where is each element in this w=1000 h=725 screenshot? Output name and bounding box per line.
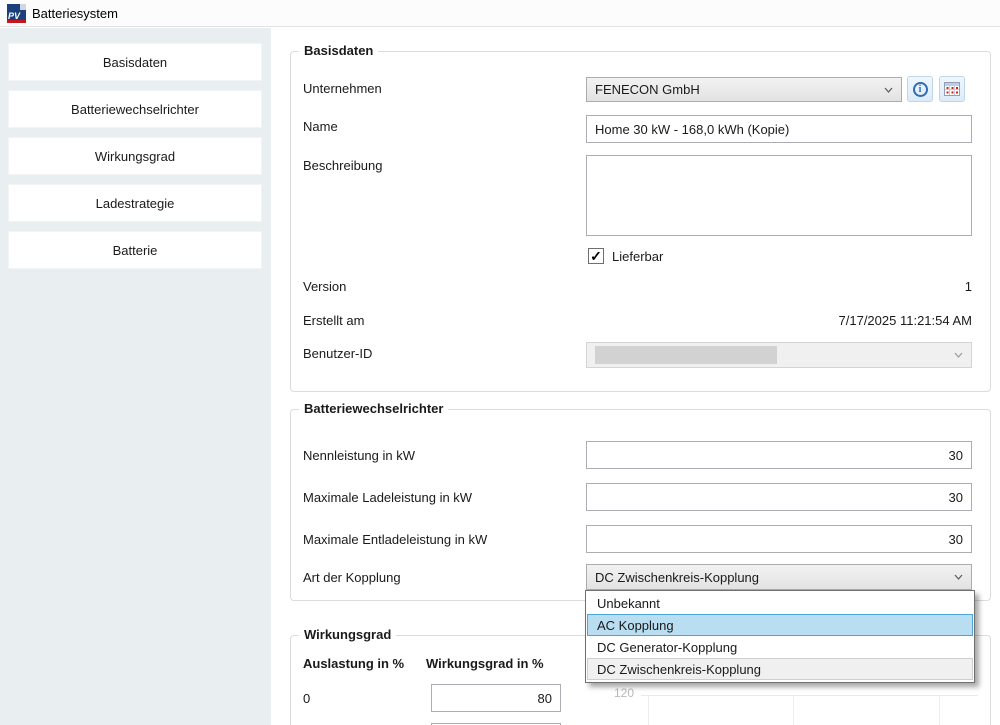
info-icon: i [913, 82, 928, 97]
art-der-kopplung-value: DC Zwischenkreis-Kopplung [595, 570, 948, 585]
max-ladeleistung-input[interactable] [586, 483, 972, 511]
sidebar-item-ladestrategie[interactable]: Ladestrategie [8, 184, 262, 222]
dropdown-option-unbekannt[interactable]: Unbekannt [587, 592, 973, 614]
chart-gridline-h [641, 695, 978, 696]
info-button[interactable]: i [907, 76, 933, 102]
wirkungsgrad-column-header: Wirkungsgrad in % [426, 656, 544, 671]
max-ladeleistung-label: Maximale Ladeleistung in kW [303, 490, 472, 505]
sidebar-item-wirkungsgrad[interactable]: Wirkungsgrad [8, 137, 262, 175]
title-bar: PV Batteriesystem [0, 0, 1000, 27]
sidebar-item-label: Basisdaten [103, 55, 167, 70]
chart-gridline-v [939, 695, 940, 725]
erstellt-am-label: Erstellt am [303, 313, 364, 328]
sidebar-item-batterie[interactable]: Batterie [8, 231, 262, 269]
chevron-down-icon [884, 87, 893, 93]
sidebar-item-basisdaten[interactable]: Basisdaten [8, 43, 262, 81]
app-logo-icon: PV [7, 4, 26, 23]
max-entladeleistung-input[interactable] [586, 525, 972, 553]
dropdown-option-dc-generator-kopplung[interactable]: DC Generator-Kopplung [587, 636, 973, 658]
art-der-kopplung-combobox[interactable]: DC Zwischenkreis-Kopplung [586, 564, 972, 590]
max-entladeleistung-label: Maximale Entladeleistung in kW [303, 532, 487, 547]
chart-y-tick-label: 120 [614, 686, 634, 700]
benutzer-id-redacted-value [595, 346, 777, 364]
group-basisdaten: Basisdaten Unternehmen FENECON GmbH i Na… [290, 51, 991, 392]
group-batteriewechselrichter-legend: Batteriewechselrichter [299, 401, 448, 416]
version-label: Version [303, 279, 346, 294]
logo-red-stripe [7, 20, 26, 23]
benutzer-id-label: Benutzer-ID [303, 346, 372, 361]
name-label: Name [303, 119, 338, 134]
sidebar-item-label: Batteriewechselrichter [71, 102, 199, 117]
unternehmen-combobox[interactable]: FENECON GmbH [586, 77, 902, 102]
sidebar-item-batteriewechselrichter[interactable]: Batteriewechselrichter [8, 90, 262, 128]
name-input[interactable] [586, 115, 972, 143]
sidebar-item-label: Ladestrategie [96, 196, 175, 211]
auslastung-column-header: Auslastung in % [303, 656, 404, 671]
logo-corner [20, 4, 26, 10]
table-lookup-button[interactable] [939, 76, 965, 102]
chevron-down-icon [954, 352, 963, 358]
erstellt-am-value: 7/17/2025 11:21:54 AM [586, 313, 972, 328]
art-der-kopplung-label: Art der Kopplung [303, 570, 401, 585]
lieferbar-label: Lieferbar [612, 249, 663, 264]
unternehmen-combobox-value: FENECON GmbH [595, 82, 878, 97]
sidebar: Basisdaten Batteriewechselrichter Wirkun… [0, 28, 271, 725]
nennleistung-label: Nennleistung in kW [303, 448, 415, 463]
sidebar-item-label: Wirkungsgrad [95, 149, 175, 164]
window-title: Batteriesystem [32, 6, 118, 21]
unternehmen-label: Unternehmen [303, 81, 382, 96]
chevron-down-icon [954, 574, 963, 580]
chart-gridline-v [793, 695, 794, 725]
version-value: 1 [586, 279, 972, 294]
lieferbar-checkbox[interactable]: ✓ [588, 248, 604, 264]
dropdown-option-ac-kopplung[interactable]: AC Kopplung [587, 614, 973, 636]
group-wirkungsgrad-legend: Wirkungsgrad [299, 627, 396, 642]
dropdown-option-dc-zwischenkreis-kopplung[interactable]: DC Zwischenkreis-Kopplung [587, 658, 973, 680]
group-basisdaten-legend: Basisdaten [299, 43, 378, 58]
art-der-kopplung-dropdown-list: Unbekannt AC Kopplung DC Generator-Koppl… [585, 590, 975, 683]
group-batteriewechselrichter: Batteriewechselrichter Nennleistung in k… [290, 409, 991, 601]
auslastung-row-value: 0 [303, 691, 310, 706]
app-window: PV Batteriesystem Basisdaten Batteriewec… [0, 0, 1000, 725]
table-icon [944, 82, 960, 96]
beschreibung-textarea[interactable] [586, 155, 972, 236]
beschreibung-label: Beschreibung [303, 158, 383, 173]
benutzer-id-combobox[interactable] [586, 342, 972, 368]
sidebar-item-label: Batterie [113, 243, 158, 258]
chart-gridline-v [648, 695, 649, 725]
checkmark-icon: ✓ [590, 249, 602, 263]
nennleistung-input[interactable] [586, 441, 972, 469]
wirkungsgrad-row-input[interactable] [431, 684, 561, 712]
